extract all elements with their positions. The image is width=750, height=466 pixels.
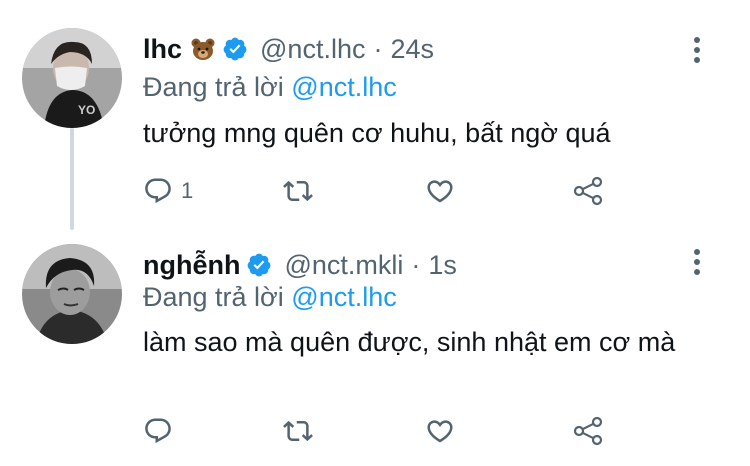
separator-dot: · <box>373 33 383 64</box>
user-handle[interactable]: @nct.lhc <box>260 34 365 65</box>
share-button[interactable] <box>571 171 605 211</box>
replying-to: Đang trả lời @nct.lhc <box>143 282 397 313</box>
replying-to: Đang trả lời @nct.lhc <box>143 72 397 103</box>
share-icon <box>573 416 603 446</box>
user-handle[interactable]: @nct.mkli <box>284 250 403 281</box>
replying-to-mention[interactable]: @nct.lhc <box>291 72 396 102</box>
verified-badge-icon <box>222 36 248 62</box>
verified-badge-icon <box>246 252 272 278</box>
tweet-header: nghễnh @nct.mkli · 1s <box>143 245 457 285</box>
tweet-header: lhc @nct.lhc · 24s <box>143 29 434 69</box>
retweet-icon <box>283 420 313 442</box>
more-options-button[interactable] <box>682 242 712 282</box>
heart-icon <box>427 180 453 203</box>
timestamp[interactable]: 1s <box>428 250 457 281</box>
share-button[interactable] <box>571 411 605 451</box>
retweet-button[interactable] <box>283 411 313 451</box>
share-icon <box>573 176 603 206</box>
reply-button[interactable] <box>143 411 181 451</box>
comment-icon <box>145 418 171 444</box>
display-name[interactable]: lhc <box>143 34 182 65</box>
like-button[interactable] <box>425 171 455 211</box>
avatar[interactable]: YO <box>22 28 122 128</box>
like-button[interactable] <box>425 411 455 451</box>
svg-text:YO: YO <box>78 103 95 117</box>
replying-to-label: Đang trả lời <box>143 72 284 102</box>
more-vertical-icon <box>694 37 700 63</box>
comment-icon <box>145 178 171 204</box>
reply-button[interactable]: 1 <box>143 171 193 211</box>
more-vertical-icon <box>694 249 700 275</box>
reply-count: 1 <box>181 178 194 203</box>
display-name[interactable]: nghễnh <box>143 250 240 281</box>
replying-to-label: Đang trả lời <box>143 282 284 312</box>
separator-dot: · <box>411 249 421 280</box>
tweet[interactable]: YO lhc @nct.lhc · 24s Đang trả lời @nct.… <box>0 0 750 222</box>
tweet-text: làm sao mà quên được, sinh nhật em cơ mà <box>143 327 676 357</box>
tweet[interactable]: nghễnh @nct.mkli · 1s Đang trả lời @nct.… <box>0 222 750 466</box>
retweet-icon <box>283 180 313 202</box>
timestamp[interactable]: 24s <box>390 34 434 65</box>
replying-to-mention[interactable]: @nct.lhc <box>291 282 396 312</box>
more-options-button[interactable] <box>682 30 712 70</box>
tweet-actions <box>143 411 623 451</box>
reply-thread: YO lhc @nct.lhc · 24s Đang trả lời @nct.… <box>0 0 750 466</box>
heart-icon <box>427 420 453 443</box>
avatar[interactable] <box>22 244 122 344</box>
tweet-text: tưởng mng quên cơ huhu, bất ngờ quá <box>143 118 611 148</box>
retweet-button[interactable] <box>283 171 313 211</box>
tweet-actions: 1 <box>143 171 623 211</box>
bear-emoji-icon <box>190 36 216 62</box>
